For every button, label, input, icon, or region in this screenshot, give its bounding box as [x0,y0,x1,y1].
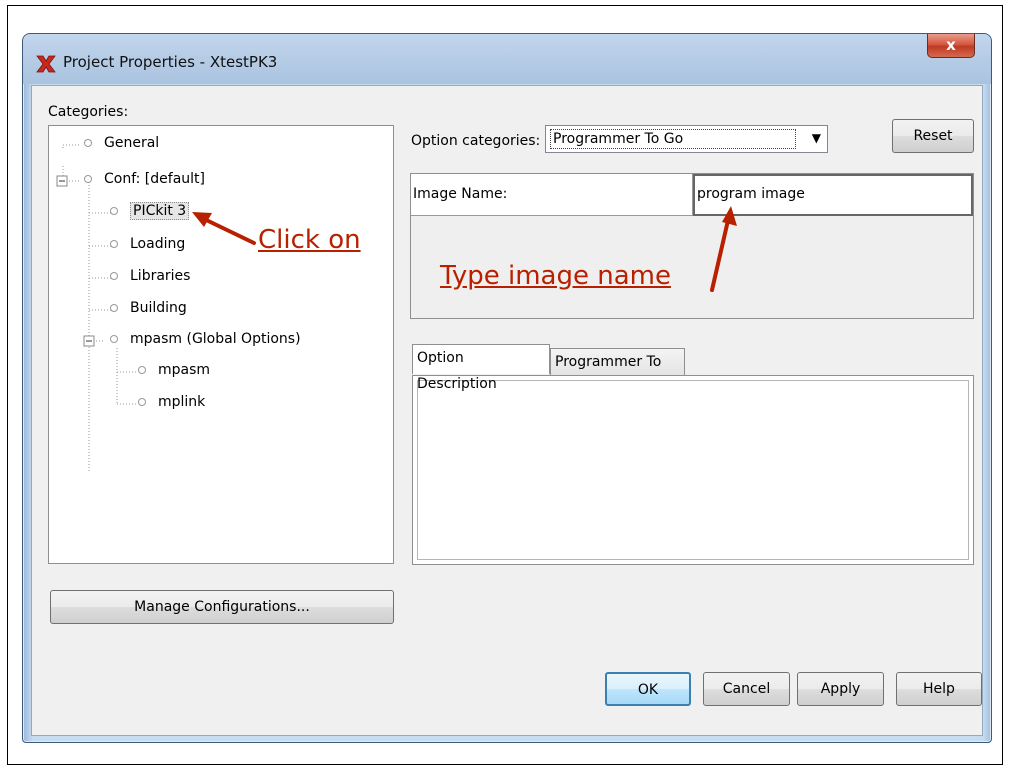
annotation-click-on: Click on [258,225,361,255]
annotation-arrows [192,206,737,292]
annotation-type-image-name: Type image name [440,261,671,291]
type-name-arrow [710,214,731,292]
click-on-arrow [198,215,256,245]
type-name-arrowhead [722,206,737,226]
tab-option-description[interactable]: Option Description [412,344,550,392]
